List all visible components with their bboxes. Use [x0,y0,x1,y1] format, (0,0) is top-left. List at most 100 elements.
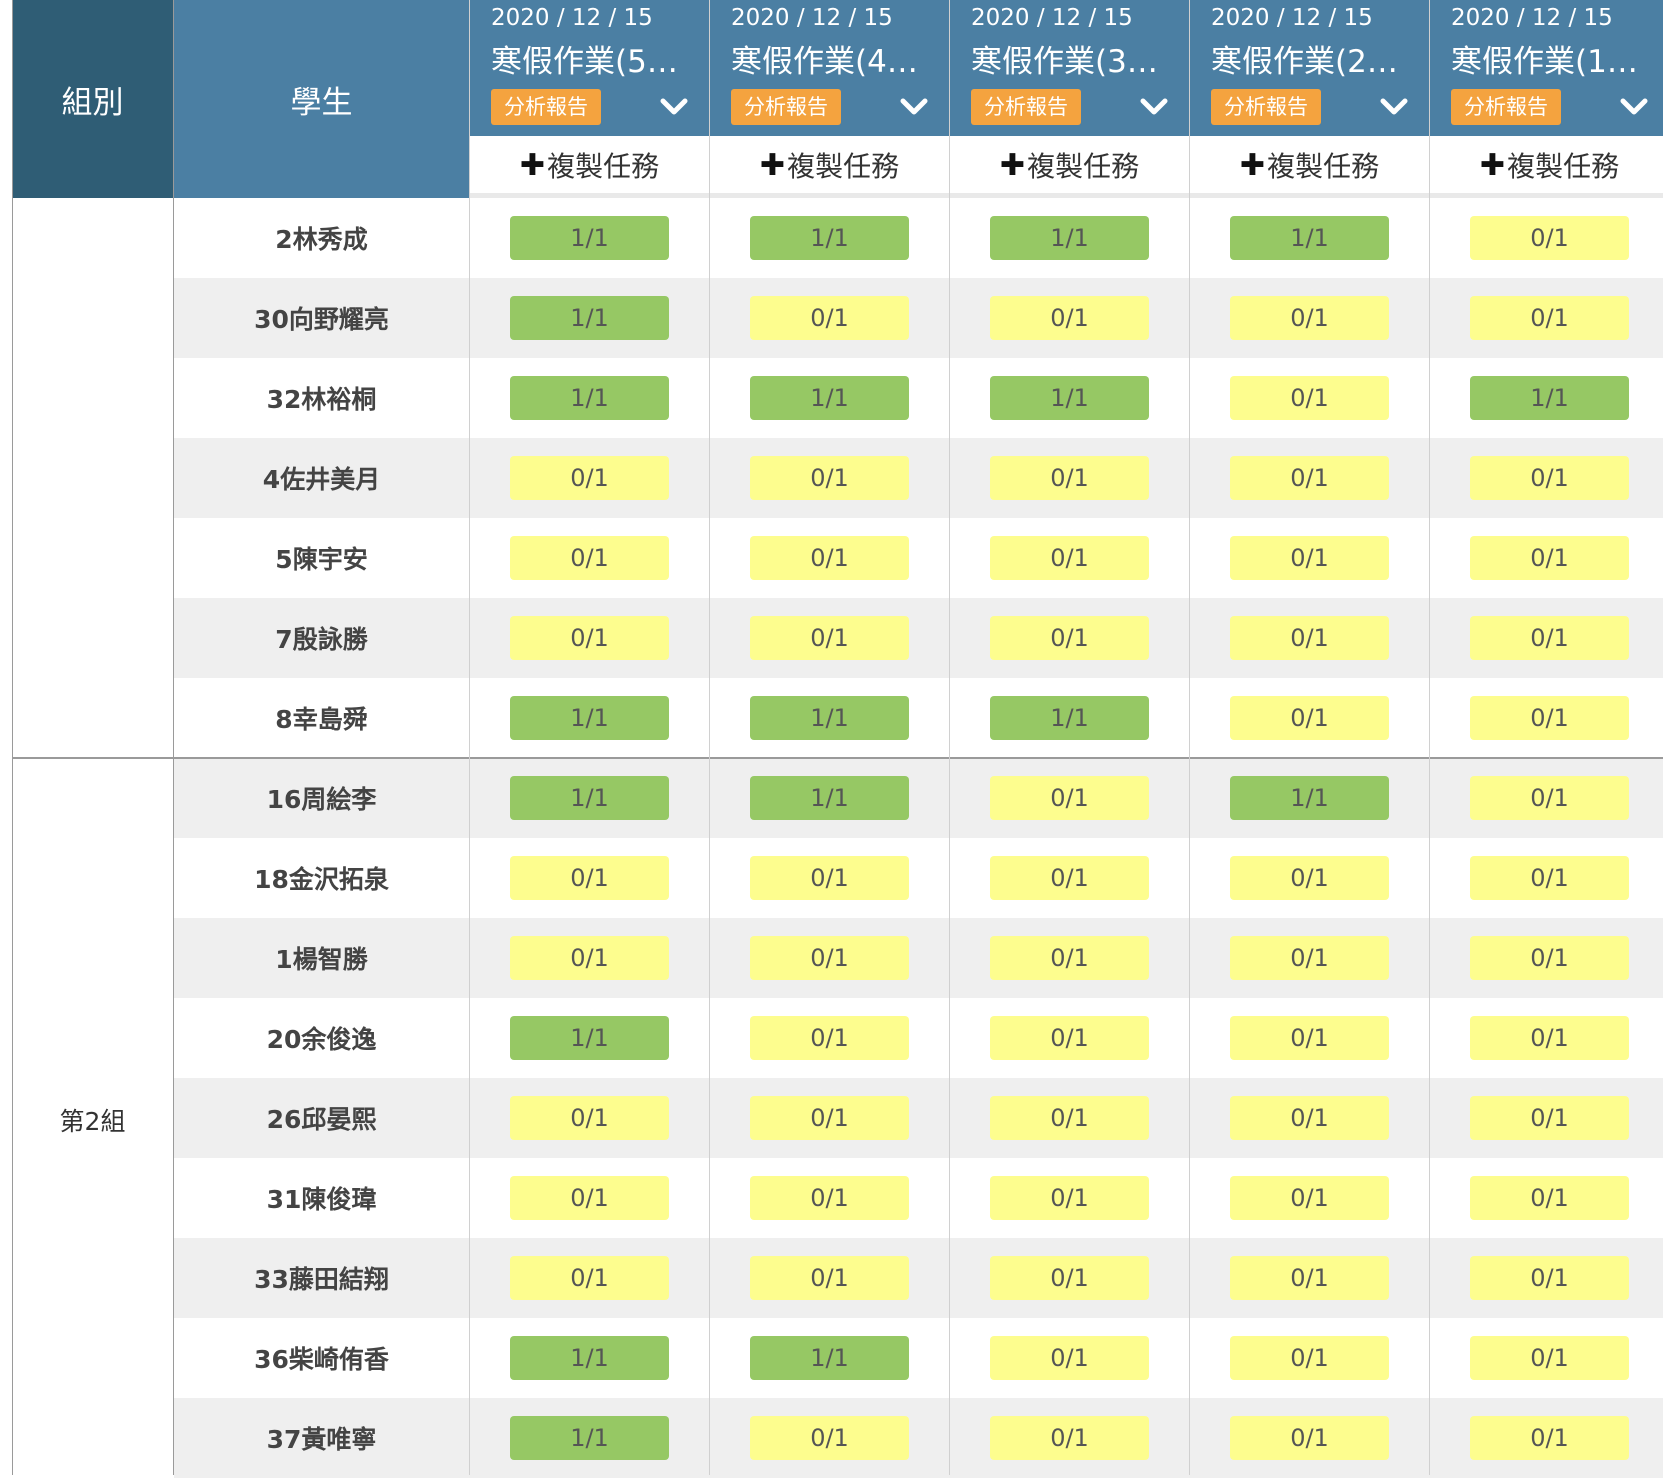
score-badge-incomplete[interactable]: 0/1 [990,1016,1149,1060]
score-badge-incomplete[interactable]: 0/1 [750,536,909,580]
score-badge-complete[interactable]: 1/1 [1230,776,1389,820]
score-badge-incomplete[interactable]: 0/1 [1470,1336,1629,1380]
score-badge-incomplete[interactable]: 0/1 [990,1096,1149,1140]
score-badge-incomplete[interactable]: 0/1 [1470,1016,1629,1060]
score-badge-incomplete[interactable]: 0/1 [510,536,669,580]
score-badge-incomplete[interactable]: 0/1 [1230,1096,1389,1140]
score-badge-incomplete[interactable]: 0/1 [1470,296,1629,340]
score-badge-incomplete[interactable]: 0/1 [990,1336,1149,1380]
score-badge-incomplete[interactable]: 0/1 [1470,936,1629,980]
score-badge-incomplete[interactable]: 0/1 [990,1256,1149,1300]
copy-task-button[interactable]: ✚ 複製任務 [1430,137,1663,198]
copy-task-button[interactable]: ✚ 複製任務 [950,137,1189,198]
score-badge-incomplete[interactable]: 0/1 [1470,696,1629,740]
score-badge-incomplete[interactable]: 0/1 [510,1176,669,1220]
score-badge-incomplete[interactable]: 0/1 [1230,456,1389,500]
score-badge-incomplete[interactable]: 0/1 [1230,1176,1389,1220]
analysis-report-button[interactable]: 分析報告 [731,89,841,125]
chevron-down-icon[interactable] [659,96,689,118]
copy-task-button[interactable]: ✚ 複製任務 [710,137,949,198]
chevron-down-icon[interactable] [1139,96,1169,118]
score-badge-complete[interactable]: 1/1 [510,296,669,340]
copy-task-button[interactable]: ✚ 複製任務 [470,137,709,198]
score-badge-incomplete[interactable]: 0/1 [1470,216,1629,260]
score-badge-complete[interactable]: 1/1 [990,376,1149,420]
score-badge-incomplete[interactable]: 0/1 [750,936,909,980]
score-badge-complete[interactable]: 1/1 [990,216,1149,260]
analysis-report-button[interactable]: 分析報告 [1211,89,1321,125]
copy-task-button[interactable]: ✚ 複製任務 [1190,137,1429,198]
score-badge-incomplete[interactable]: 0/1 [990,616,1149,660]
chevron-down-icon[interactable] [1379,96,1409,118]
score-badge-complete[interactable]: 1/1 [510,776,669,820]
score-badge-incomplete[interactable]: 0/1 [1230,1336,1389,1380]
score-badge-complete[interactable]: 1/1 [510,1016,669,1060]
analysis-report-button[interactable]: 分析報告 [971,89,1081,125]
score-badge-incomplete[interactable]: 0/1 [1470,1256,1629,1300]
score-badge-incomplete[interactable]: 0/1 [1230,696,1389,740]
score-badge-incomplete[interactable]: 0/1 [750,616,909,660]
score-badge-incomplete[interactable]: 0/1 [750,1176,909,1220]
score-badge-incomplete[interactable]: 0/1 [750,1416,909,1460]
assignment-title[interactable]: 寒假作業(2… [1211,36,1409,81]
score-badge-incomplete[interactable]: 0/1 [750,296,909,340]
score-badge-incomplete[interactable]: 0/1 [510,456,669,500]
score-badge-incomplete[interactable]: 0/1 [1230,1256,1389,1300]
score-badge-complete[interactable]: 1/1 [510,216,669,260]
score-badge-incomplete[interactable]: 0/1 [1230,376,1389,420]
score-badge-incomplete[interactable]: 0/1 [510,936,669,980]
score-badge-incomplete[interactable]: 0/1 [1230,1416,1389,1460]
score-badge-incomplete[interactable]: 0/1 [990,536,1149,580]
score-badge-incomplete[interactable]: 0/1 [510,616,669,660]
score-badge-complete[interactable]: 1/1 [750,776,909,820]
score-badge-incomplete[interactable]: 0/1 [1470,456,1629,500]
score-badge-incomplete[interactable]: 0/1 [750,856,909,900]
score-badge-incomplete[interactable]: 0/1 [510,1256,669,1300]
score-badge-incomplete[interactable]: 0/1 [750,1096,909,1140]
score-badge-incomplete[interactable]: 0/1 [1470,1416,1629,1460]
analysis-report-button[interactable]: 分析報告 [491,89,601,125]
assignment-title[interactable]: 寒假作業(3… [971,36,1169,81]
score-badge-incomplete[interactable]: 0/1 [1470,776,1629,820]
score-badge-incomplete[interactable]: 0/1 [510,856,669,900]
score-badge-incomplete[interactable]: 0/1 [750,1256,909,1300]
score-badge-complete[interactable]: 1/1 [510,376,669,420]
score-badge-incomplete[interactable]: 0/1 [990,1176,1149,1220]
score-badge-complete[interactable]: 1/1 [1230,216,1389,260]
score-badge-incomplete[interactable]: 0/1 [510,1096,669,1140]
score-badge-incomplete[interactable]: 0/1 [1470,856,1629,900]
assignment-title[interactable]: 寒假作業(5… [491,36,689,81]
score-badge-incomplete[interactable]: 0/1 [750,1016,909,1060]
score-badge-incomplete[interactable]: 0/1 [1230,296,1389,340]
score-badge-incomplete[interactable]: 0/1 [990,936,1149,980]
score-badge-incomplete[interactable]: 0/1 [990,1416,1149,1460]
score-badge-incomplete[interactable]: 0/1 [1470,1176,1629,1220]
score-badge-incomplete[interactable]: 0/1 [750,456,909,500]
score-badge-complete[interactable]: 1/1 [1470,376,1629,420]
score-badge-complete[interactable]: 1/1 [750,1336,909,1380]
score-badge-incomplete[interactable]: 0/1 [1230,1016,1389,1060]
chevron-down-icon[interactable] [1619,96,1649,118]
analysis-report-button[interactable]: 分析報告 [1451,89,1561,125]
score-badge-complete[interactable]: 1/1 [750,376,909,420]
score-badge-incomplete[interactable]: 0/1 [990,456,1149,500]
score-badge-incomplete[interactable]: 0/1 [1230,856,1389,900]
score-badge-complete[interactable]: 1/1 [510,1416,669,1460]
score-badge-incomplete[interactable]: 0/1 [1470,536,1629,580]
assignment-title[interactable]: 寒假作業(4… [731,36,929,81]
score-badge-complete[interactable]: 1/1 [750,216,909,260]
score-badge-incomplete[interactable]: 0/1 [1230,616,1389,660]
score-badge-incomplete[interactable]: 0/1 [1230,536,1389,580]
score-badge-complete[interactable]: 1/1 [750,696,909,740]
score-badge-incomplete[interactable]: 0/1 [1230,936,1389,980]
score-badge-incomplete[interactable]: 0/1 [1470,616,1629,660]
score-badge-incomplete[interactable]: 0/1 [990,776,1149,820]
score-badge-complete[interactable]: 1/1 [510,1336,669,1380]
score-badge-complete[interactable]: 1/1 [510,696,669,740]
score-badge-incomplete[interactable]: 0/1 [990,296,1149,340]
score-badge-incomplete[interactable]: 0/1 [990,856,1149,900]
chevron-down-icon[interactable] [899,96,929,118]
score-badge-incomplete[interactable]: 0/1 [1470,1096,1629,1140]
score-badge-complete[interactable]: 1/1 [990,696,1149,740]
assignment-title[interactable]: 寒假作業(1… [1451,36,1649,81]
